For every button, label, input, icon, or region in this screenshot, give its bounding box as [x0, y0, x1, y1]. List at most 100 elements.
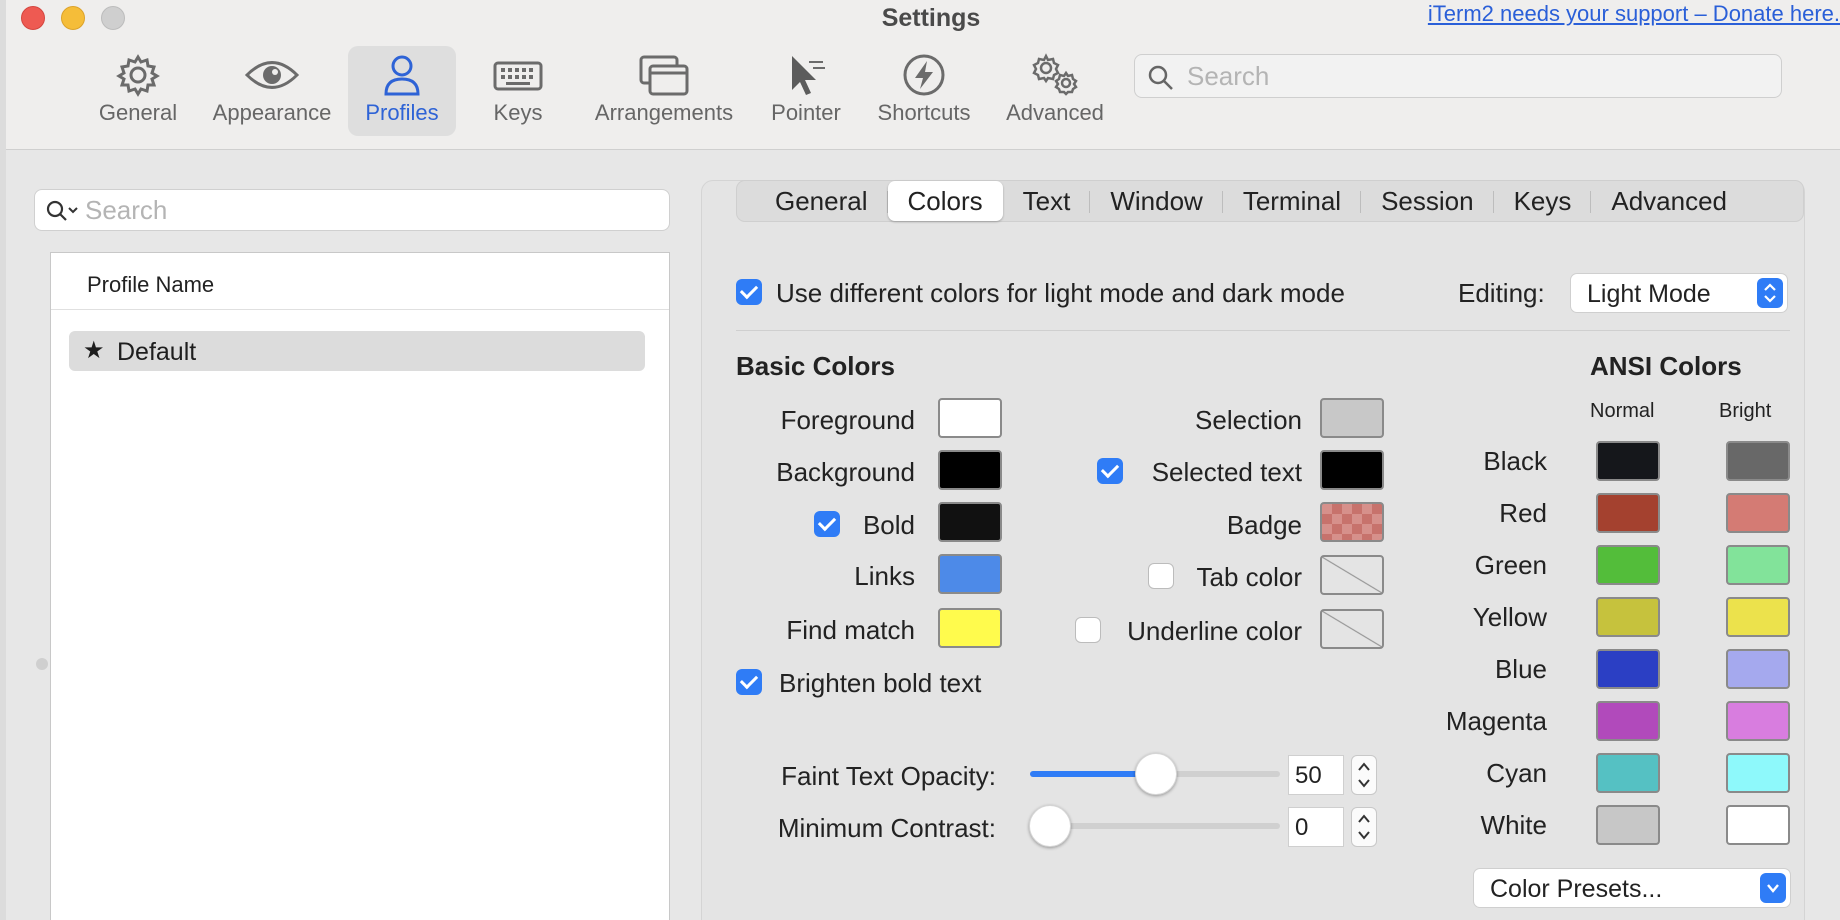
ansi-bright-label: Bright — [1719, 400, 1772, 422]
donate-link[interactable]: iTerm2 needs your support – Donate here. — [1428, 1, 1840, 27]
profile-row[interactable]: ★ Default — [69, 331, 645, 371]
toolbar-item-shortcuts[interactable]: Shortcuts — [866, 46, 982, 136]
faint-opacity-slider-knob[interactable] — [1135, 753, 1177, 795]
ansi-white-bright-well[interactable] — [1726, 805, 1790, 845]
color-presets-select[interactable]: Color Presets... — [1473, 868, 1791, 908]
ansi-white-label: White — [1480, 810, 1547, 840]
tab-advanced[interactable]: Advanced — [1591, 181, 1747, 221]
profile-list-header[interactable]: Profile Name — [51, 253, 669, 310]
ansi-red-normal-well[interactable] — [1596, 493, 1660, 533]
ansi-normal-label: Normal — [1590, 400, 1655, 422]
ansi-red-label: Red — [1499, 498, 1547, 528]
ansi-blue-normal-well[interactable] — [1596, 649, 1660, 689]
toolbar-item-advanced[interactable]: Advanced — [996, 46, 1114, 136]
editing-mode-select[interactable]: Light Mode — [1570, 273, 1788, 313]
person-icon — [348, 52, 456, 98]
foreground-label: Foreground — [780, 405, 915, 435]
ansi-yellow-normal-well[interactable] — [1596, 597, 1660, 637]
star-icon: ★ — [83, 337, 105, 364]
bolt-icon — [866, 52, 982, 98]
keyboard-icon — [468, 52, 568, 98]
toolbar-item-appearance[interactable]: Appearance — [204, 46, 340, 136]
toolbar-item-keys[interactable]: Keys — [468, 46, 568, 136]
gears-icon — [996, 52, 1114, 98]
ansi-blue-bright-well[interactable] — [1726, 649, 1790, 689]
tab-colors[interactable]: Colors — [887, 181, 1003, 221]
min-contrast-slider-knob[interactable] — [1029, 805, 1071, 847]
chevron-down-icon — [1760, 873, 1786, 903]
selected-text-checkbox[interactable] — [1097, 458, 1123, 484]
settings-search[interactable] — [1134, 54, 1782, 98]
toolbar-item-profiles[interactable]: Profiles — [348, 46, 456, 136]
ansi-green-normal-well[interactable] — [1596, 545, 1660, 585]
profile-name: Default — [117, 338, 197, 366]
ansi-cyan-normal-well[interactable] — [1596, 753, 1660, 793]
toolbar-item-label: Arrangements — [594, 100, 734, 125]
brighten-bold-label: Brighten bold text — [779, 668, 982, 698]
ansi-magenta-normal-well[interactable] — [1596, 701, 1660, 741]
light-dark-mode-checkbox[interactable] — [736, 279, 762, 305]
selection-color-well[interactable] — [1320, 398, 1384, 438]
tab-window[interactable]: Window — [1090, 181, 1224, 221]
ansi-white-normal-well[interactable] — [1596, 805, 1660, 845]
toolbar-item-label: Advanced — [1006, 100, 1104, 125]
toolbar-item-label: Shortcuts — [877, 100, 971, 125]
ansi-green-bright-well[interactable] — [1726, 545, 1790, 585]
ansi-black-bright-well[interactable] — [1726, 441, 1790, 481]
settings-search-input[interactable] — [1187, 60, 1767, 92]
tab-color-well[interactable] — [1320, 555, 1384, 595]
ansi-blue-label: Blue — [1494, 654, 1547, 684]
faint-opacity-field[interactable]: 50 — [1288, 755, 1344, 795]
underline-color-checkbox[interactable] — [1075, 617, 1101, 643]
windows-icon — [580, 52, 748, 98]
tab-color-checkbox[interactable] — [1148, 563, 1174, 589]
ansi-black-normal-well[interactable] — [1596, 441, 1660, 481]
divider — [736, 330, 1790, 331]
editing-label: Editing: — [1458, 278, 1545, 308]
background-color-well[interactable] — [938, 450, 1002, 490]
tab-terminal[interactable]: Terminal — [1223, 181, 1362, 221]
min-contrast-label: Minimum Contrast: — [777, 813, 996, 843]
basic-colors-heading: Basic Colors — [736, 351, 895, 381]
cursor-icon — [758, 52, 854, 98]
brighten-bold-checkbox[interactable] — [736, 669, 762, 695]
find-match-label: Find match — [786, 615, 915, 645]
ansi-yellow-bright-well[interactable] — [1726, 597, 1790, 637]
profile-search-input[interactable] — [85, 194, 655, 226]
find-match-color-well[interactable] — [938, 608, 1002, 648]
tab-session[interactable]: Session — [1361, 181, 1494, 221]
faint-opacity-stepper[interactable] — [1351, 755, 1377, 795]
toolbar-item-label: Appearance — [212, 100, 332, 125]
ansi-magenta-bright-well[interactable] — [1726, 701, 1790, 741]
tab-text[interactable]: Text — [1003, 181, 1091, 221]
links-label: Links — [854, 561, 915, 591]
tab-keys[interactable]: Keys — [1494, 181, 1592, 221]
toolbar-item-general[interactable]: General — [88, 46, 188, 136]
selection-label: Selection — [1195, 405, 1302, 435]
tab-general[interactable]: General — [755, 181, 888, 221]
badge-color-well[interactable] — [1320, 502, 1384, 542]
toolbar-item-pointer[interactable]: Pointer — [758, 46, 854, 136]
bold-label: Bold — [862, 510, 915, 540]
profile-search[interactable] — [34, 189, 670, 231]
underline-color-well[interactable] — [1320, 609, 1384, 649]
min-contrast-field[interactable]: 0 — [1288, 807, 1344, 847]
toolbar-item-arrangements[interactable]: Arrangements — [580, 46, 748, 136]
toolbar-item-label: General — [98, 100, 178, 125]
ansi-yellow-label: Yellow — [1472, 602, 1547, 632]
min-contrast-stepper[interactable] — [1351, 807, 1377, 847]
selected-text-color-well[interactable] — [1320, 450, 1384, 490]
ansi-red-bright-well[interactable] — [1726, 493, 1790, 533]
profile-subtabs: General Colors Text Window Terminal Sess… — [736, 180, 1804, 222]
links-color-well[interactable] — [938, 554, 1002, 594]
ansi-magenta-label: Magenta — [1445, 706, 1547, 736]
split-view-handle[interactable] — [36, 658, 48, 670]
foreground-color-well[interactable] — [938, 398, 1002, 438]
bold-checkbox[interactable] — [814, 511, 840, 537]
toolbar: Settings iTerm2 needs your support – Don… — [6, 0, 1840, 150]
profile-list: Profile Name ★ Default — [50, 252, 670, 920]
bold-color-well[interactable] — [938, 502, 1002, 542]
selected-text-label: Selected text — [1151, 457, 1302, 487]
background-label: Background — [776, 457, 915, 487]
ansi-cyan-bright-well[interactable] — [1726, 753, 1790, 793]
